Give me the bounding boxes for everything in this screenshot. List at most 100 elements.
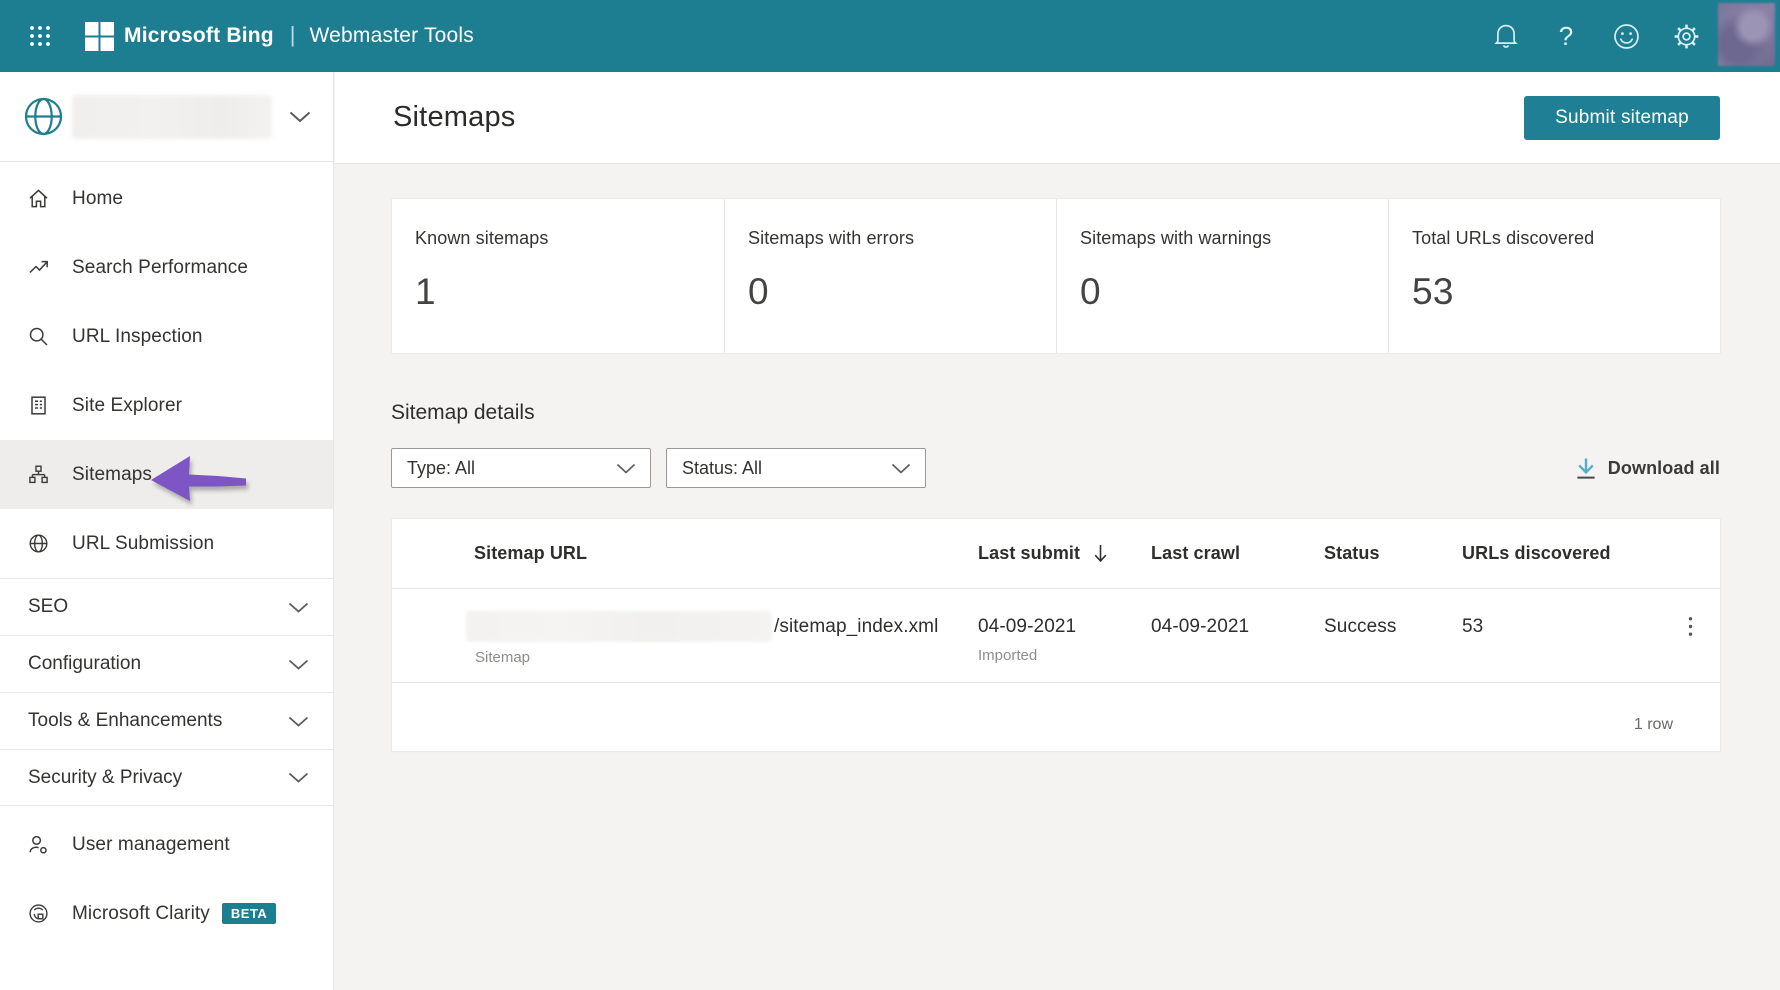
chevron-down-icon bbox=[288, 716, 309, 727]
notifications-button[interactable] bbox=[1476, 0, 1536, 72]
globe-icon bbox=[29, 534, 48, 553]
stat-known-sitemaps: Known sitemaps 1 bbox=[392, 199, 724, 353]
help-icon: ? bbox=[1558, 20, 1574, 51]
page-header: Sitemaps Submit sitemap bbox=[335, 72, 1780, 164]
avatar[interactable] bbox=[1718, 3, 1775, 66]
top-app-bar: Microsoft Bing | Webmaster Tools ? bbox=[0, 0, 1780, 72]
download-all-label: Download all bbox=[1607, 457, 1720, 478]
stat-total-urls-discovered: Total URLs discovered 53 bbox=[1388, 199, 1720, 353]
table-row[interactable]: /sitemap_index.xml Sitemap 04-09-2021 Im… bbox=[392, 589, 1720, 683]
submit-sitemap-button[interactable]: Submit sitemap bbox=[1524, 95, 1720, 140]
download-all-button[interactable]: Download all bbox=[1575, 457, 1720, 480]
sidebar-item-label: Sitemaps bbox=[72, 463, 153, 485]
main-content: Sitemaps Submit sitemap Known sitemaps 1… bbox=[335, 72, 1780, 990]
sidebar-item-label: User management bbox=[72, 833, 230, 855]
stat-value: 0 bbox=[748, 271, 769, 312]
sidebar-item-url-inspection[interactable]: URL Inspection bbox=[0, 302, 333, 371]
brand[interactable]: Microsoft Bing | Webmaster Tools bbox=[85, 21, 474, 51]
sidebar-item-url-submission[interactable]: URL Submission bbox=[0, 509, 333, 578]
trending-up-icon bbox=[29, 260, 48, 274]
row-actions-menu[interactable] bbox=[1688, 589, 1693, 637]
details-title: Sitemap details bbox=[391, 401, 535, 424]
column-header-urls-discovered[interactable]: URLs discovered bbox=[1462, 543, 1687, 564]
brand-name: Microsoft Bing bbox=[124, 24, 274, 47]
sidebar-item-sitemaps[interactable]: Sitemaps bbox=[0, 440, 333, 509]
smiley-icon bbox=[1613, 23, 1639, 49]
last-submit-note: Imported bbox=[978, 647, 1038, 664]
content-area: Known sitemaps 1 Sitemaps with errors 0 … bbox=[335, 164, 1780, 752]
settings-button[interactable] bbox=[1656, 0, 1716, 72]
home-icon bbox=[29, 189, 48, 208]
column-header-status[interactable]: Status bbox=[1324, 543, 1462, 564]
bell-icon bbox=[1494, 24, 1518, 48]
stat-sitemaps-with-warnings: Sitemaps with warnings 0 bbox=[1056, 199, 1388, 353]
chevron-down-icon bbox=[891, 463, 911, 474]
sidebar-item-label: Home bbox=[72, 187, 124, 209]
stat-value: 53 bbox=[1412, 271, 1454, 312]
cell-sitemap-url: /sitemap_index.xml Sitemap bbox=[466, 589, 978, 666]
table-header-row: Sitemap URL Last submit Last crawl Statu… bbox=[392, 519, 1720, 589]
stat-label: Sitemaps with warnings bbox=[1080, 228, 1272, 248]
sidebar-item-label: Site Explorer bbox=[72, 394, 183, 416]
site-list-icon bbox=[31, 396, 46, 415]
site-name-redacted bbox=[72, 94, 272, 139]
sort-descending-icon bbox=[1094, 545, 1107, 563]
column-header-sitemap-url[interactable]: Sitemap URL bbox=[474, 543, 978, 564]
sidebar-item-site-explorer[interactable]: Site Explorer bbox=[0, 371, 333, 440]
magnifier-icon bbox=[29, 327, 48, 346]
chevron-down-icon bbox=[288, 602, 309, 613]
feedback-button[interactable] bbox=[1596, 0, 1656, 72]
help-button[interactable]: ? bbox=[1536, 0, 1596, 72]
table-footer: 1 row bbox=[392, 683, 1720, 751]
stat-sitemaps-with-errors: Sitemaps with errors 0 bbox=[724, 199, 1056, 353]
sidebar-section-tools-enhancements[interactable]: Tools & Enhancements bbox=[0, 692, 333, 749]
sitemap-hierarchy-icon bbox=[29, 465, 48, 484]
column-header-last-crawl[interactable]: Last crawl bbox=[1151, 543, 1324, 564]
gear-icon bbox=[1674, 24, 1698, 48]
vertical-ellipsis-icon bbox=[1688, 617, 1693, 636]
waffle-menu-icon[interactable] bbox=[29, 25, 51, 47]
sidebar-item-home[interactable]: Home bbox=[0, 164, 333, 233]
sidebar-section-configuration[interactable]: Configuration bbox=[0, 635, 333, 692]
microsoft-logo-icon bbox=[85, 21, 114, 51]
sidebar-sections: SEO Configuration Tools & Enhancements S… bbox=[0, 578, 333, 806]
sidebar-item-label: Microsoft Clarity bbox=[72, 902, 210, 924]
user-icon bbox=[29, 835, 47, 854]
brand-product: Webmaster Tools bbox=[309, 24, 474, 47]
sidebar-item-label: URL Inspection bbox=[72, 325, 203, 347]
type-filter-value: Type: All bbox=[407, 457, 476, 478]
download-icon bbox=[1577, 458, 1595, 479]
sidebar-section-seo[interactable]: SEO bbox=[0, 578, 333, 635]
url-redacted bbox=[466, 611, 772, 642]
sidebar-section-security-privacy[interactable]: Security & Privacy bbox=[0, 749, 333, 806]
page-title: Sitemaps bbox=[393, 101, 516, 133]
site-selector[interactable] bbox=[0, 72, 333, 162]
filters-row: Type: All Status: All Download all bbox=[391, 448, 1720, 488]
sidebar-item-microsoft-clarity[interactable]: Microsoft Clarity BETA bbox=[0, 879, 333, 948]
chevron-down-icon bbox=[616, 463, 636, 474]
stat-label: Total URLs discovered bbox=[1412, 228, 1595, 248]
sidebar-nav: Home Search Performance URL Inspection S… bbox=[0, 162, 333, 578]
sidebar-item-search-performance[interactable]: Search Performance bbox=[0, 233, 333, 302]
status-filter-dropdown[interactable]: Status: All bbox=[666, 448, 926, 488]
section-label: Configuration bbox=[28, 653, 142, 674]
sidebar: Home Search Performance URL Inspection S… bbox=[0, 72, 334, 990]
stats-card: Known sitemaps 1 Sitemaps with errors 0 … bbox=[391, 198, 1721, 354]
url-suffix: /sitemap_index.xml bbox=[774, 615, 939, 637]
sidebar-footer: User management Microsoft Clarity BETA bbox=[0, 810, 333, 948]
sitemaps-table: Sitemap URL Last submit Last crawl Statu… bbox=[391, 518, 1721, 752]
sidebar-item-user-management[interactable]: User management bbox=[0, 810, 333, 879]
cell-status: Success bbox=[1324, 616, 1397, 637]
row-count: 1 row bbox=[1633, 716, 1673, 733]
chevron-down-icon bbox=[289, 111, 311, 122]
sidebar-item-label: URL Submission bbox=[72, 532, 215, 554]
section-label: Security & Privacy bbox=[28, 766, 183, 788]
url-type-label: Sitemap bbox=[475, 649, 531, 666]
stat-value: 1 bbox=[415, 271, 436, 312]
sidebar-item-label: Search Performance bbox=[72, 256, 249, 278]
section-label: SEO bbox=[28, 596, 69, 617]
brand-separator: | bbox=[289, 22, 296, 47]
cell-urls-discovered: 53 bbox=[1462, 616, 1484, 637]
type-filter-dropdown[interactable]: Type: All bbox=[391, 448, 651, 488]
column-header-last-submit[interactable]: Last submit bbox=[978, 543, 1151, 564]
